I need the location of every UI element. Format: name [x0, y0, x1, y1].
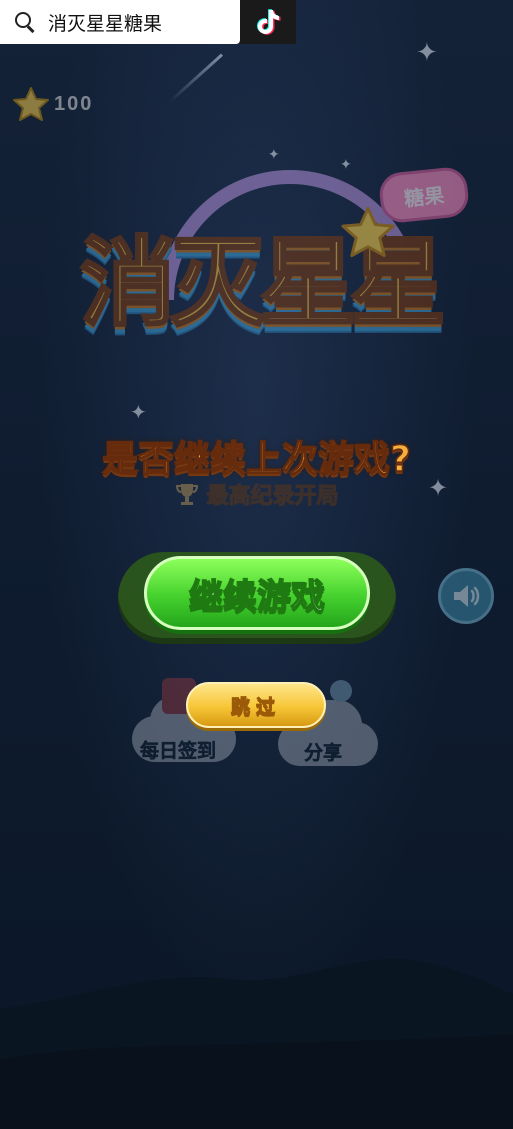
tiktok-icon [257, 9, 281, 35]
star-icon [13, 87, 49, 121]
game-logo: 消灭星星 糖果 [40, 150, 480, 380]
score-display: 100 [12, 86, 93, 122]
sparkle-icon: ✦ [416, 38, 438, 68]
share-label: 分享 [304, 742, 343, 765]
sound-toggle-button[interactable] [438, 568, 494, 624]
search-bar[interactable]: 消灭星星糖果 [0, 0, 240, 44]
record-start-row: 最高纪录开局 [0, 478, 513, 510]
speaker-icon [454, 585, 480, 607]
search-icon [14, 11, 36, 33]
continue-prompt: 是否继续上次游戏? [101, 438, 411, 481]
mountain-silhouette [0, 958, 513, 1129]
sparkle-icon: ✦ [130, 400, 147, 424]
record-start-label: 最高纪录开局 [206, 484, 339, 510]
skip-button[interactable]: 跳过 [186, 682, 326, 728]
score-value: 100 [54, 92, 94, 115]
trophy-icon [176, 484, 199, 505]
daily-checkin-label: 每日签到 [140, 740, 217, 763]
logo-title: 消灭星星 [79, 226, 448, 341]
search-query[interactable]: 消灭星星糖果 [48, 9, 162, 36]
continue-game-label: 继续游戏 [188, 576, 326, 618]
skip-label: 跳过 [230, 695, 281, 718]
continue-game-button[interactable]: 继续游戏 [144, 556, 370, 630]
tiktok-button[interactable] [240, 0, 296, 44]
